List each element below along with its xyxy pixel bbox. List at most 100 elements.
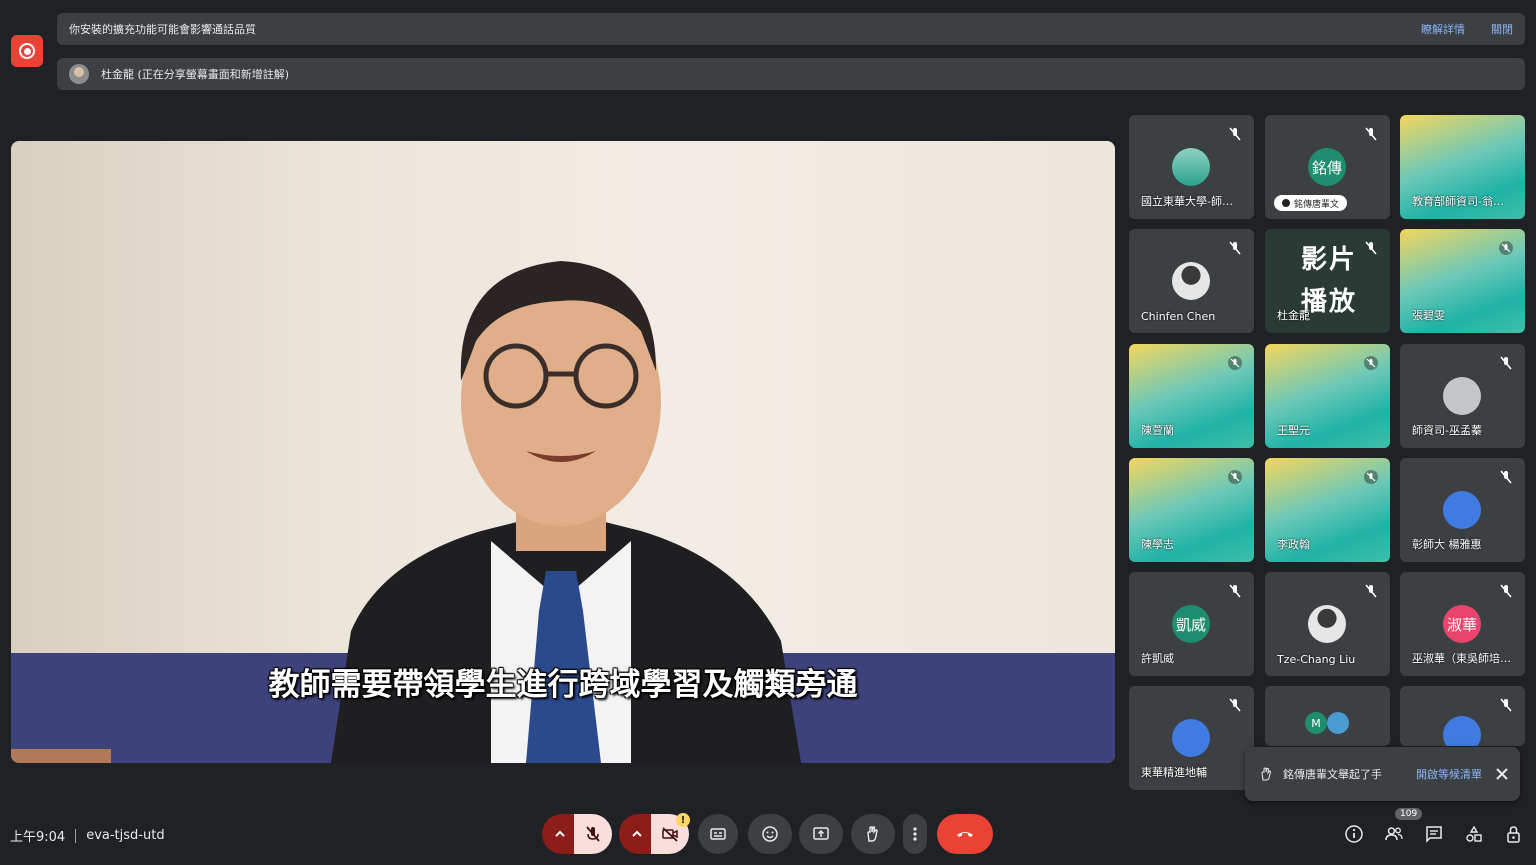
participant-name: Chinfen Chen <box>1141 310 1216 323</box>
mic-off-icon <box>1229 584 1241 598</box>
avatar <box>1172 262 1210 300</box>
participant-name: 杜金龍 <box>1277 309 1310 322</box>
present-screen-icon <box>813 827 829 840</box>
live-caption: 教師需要帶領學生進行跨域學習及觸類旁通 <box>268 667 858 703</box>
mic-off-icon <box>1364 470 1378 484</box>
screen-share-text: 影片播放 <box>1301 245 1358 317</box>
participant-tile[interactable]: 教育部師資司-翁… <box>1400 115 1525 219</box>
participant-tile[interactable]: 東華精進地輔 <box>1129 686 1254 790</box>
extension-warning-banner: 你安裝的擴充功能可能會影響通話品質 瞭解詳情 關閉 <box>57 13 1525 45</box>
participant-tile[interactable]: M <box>1265 686 1390 746</box>
avatar: 凱威 <box>1172 605 1210 643</box>
participant-tile[interactable]: 凱威 許凱威 <box>1129 572 1254 676</box>
mic-off-icon <box>1365 241 1377 255</box>
activities-button[interactable] <box>1464 824 1484 844</box>
chat-icon <box>1426 826 1442 843</box>
avatar <box>1172 148 1210 186</box>
hand-icon <box>1282 199 1290 207</box>
participant-tile[interactable]: 李政翰 <box>1265 458 1390 562</box>
present-button[interactable] <box>799 814 843 854</box>
meeting-details-button[interactable] <box>1344 824 1364 844</box>
participant-tile[interactable]: 陳萱蘭 <box>1129 344 1254 448</box>
avatar: 銘傳 <box>1308 148 1346 186</box>
mic-off-icon <box>1499 241 1513 255</box>
participant-name: 巫淑華（東吳師培… <box>1412 652 1511 665</box>
participant-tile[interactable]: 彰師大 楊雅惠 <box>1400 458 1525 562</box>
lock-person-icon <box>1507 826 1520 843</box>
participant-name: 國立東華大學-師… <box>1141 195 1233 208</box>
participant-name: 教育部師資司-翁… <box>1412 195 1504 208</box>
more-vert-icon <box>913 827 917 841</box>
participant-tile[interactable]: 張碧雯 <box>1400 229 1525 333</box>
participant-name: 銘傳唐輩文 <box>1294 199 1340 210</box>
info-icon <box>1345 825 1363 843</box>
leave-call-button[interactable] <box>937 814 993 854</box>
hand-icon <box>1261 767 1272 781</box>
participant-tile[interactable]: 陳學志 <box>1129 458 1254 562</box>
mic-off-icon <box>1365 584 1377 598</box>
mic-off-icon <box>1229 698 1241 712</box>
mic-off-icon <box>586 826 600 842</box>
people-button[interactable] <box>1384 824 1404 844</box>
reactions-button[interactable] <box>748 814 792 854</box>
participant-tile[interactable]: 國立東華大學-師… <box>1129 115 1254 219</box>
close-banner-button[interactable]: 關閉 <box>1491 21 1513 37</box>
participant-name: 師資司-巫孟蓁 <box>1412 424 1482 437</box>
participant-name: Tze-Chang Liu <box>1277 653 1356 666</box>
participant-tile[interactable] <box>1400 686 1525 746</box>
participant-tile[interactable]: Tze-Chang Liu <box>1265 572 1390 676</box>
participant-tile[interactable]: 師資司-巫孟蓁 <box>1400 344 1525 448</box>
avatar <box>1172 719 1210 757</box>
mic-off-icon <box>1228 356 1242 370</box>
learn-more-link[interactable]: 瞭解詳情 <box>1421 21 1465 37</box>
participant-tile[interactable]: 影片播放 杜金龍 <box>1265 229 1390 333</box>
avatar <box>1308 605 1346 643</box>
mic-off-icon <box>1500 356 1512 370</box>
mic-off-icon <box>1229 127 1241 141</box>
presenter-avatar <box>69 64 89 84</box>
participant-name: 陳學志 <box>1141 538 1174 551</box>
end-call-icon <box>957 832 973 837</box>
participant-name: 彰師大 楊雅惠 <box>1412 538 1482 551</box>
captions-button[interactable] <box>698 814 738 854</box>
participant-name: 許凱威 <box>1141 652 1174 665</box>
host-controls-button[interactable] <box>1504 824 1524 844</box>
mic-off-icon <box>1500 470 1512 484</box>
participant-name: 東華精進地輔 <box>1141 766 1207 779</box>
participant-tile[interactable]: 銘傳 銘傳唐輩文 <box>1265 115 1390 219</box>
record-icon <box>19 43 35 59</box>
audio-options-button[interactable] <box>542 814 578 854</box>
mic-off-icon <box>1229 241 1241 255</box>
participant-name: 李政翰 <box>1277 538 1310 551</box>
participant-tile[interactable]: 王聖元 <box>1265 344 1390 448</box>
toast-message: 銘傳唐輩文舉起了手 <box>1283 768 1382 781</box>
participant-name: 王聖元 <box>1277 424 1310 437</box>
recording-button[interactable] <box>11 35 43 67</box>
close-icon[interactable] <box>1496 768 1508 780</box>
main-video[interactable]: 教師需要帶領學生進行跨域學習及觸類旁通 <box>11 141 1115 763</box>
raise-hand-button[interactable] <box>851 814 895 854</box>
emoji-icon <box>762 826 778 842</box>
more-options-button[interactable] <box>903 814 927 854</box>
control-bar <box>0 814 1536 854</box>
participant-name: 張碧雯 <box>1412 309 1445 322</box>
avatar <box>1443 377 1481 415</box>
mic-off-icon <box>1228 470 1242 484</box>
microphone-button[interactable] <box>574 814 612 854</box>
participant-name: 陳萱蘭 <box>1141 424 1174 437</box>
participant-tile[interactable]: Chinfen Chen <box>1129 229 1254 333</box>
warning-badge: ! <box>676 813 690 827</box>
chat-button[interactable] <box>1424 824 1444 844</box>
video-options-button[interactable] <box>619 814 655 854</box>
camera-off-icon <box>662 827 678 842</box>
hand-raised-badge: 銘傳唐輩文 <box>1274 195 1348 211</box>
people-icon <box>1385 827 1403 841</box>
participant-tile[interactable]: 淑華 巫淑華（東吳師培… <box>1400 572 1525 676</box>
avatar: M <box>1305 712 1327 734</box>
chevron-up-icon <box>632 830 642 837</box>
mic-off-icon <box>1365 127 1377 141</box>
mic-off-icon <box>1500 698 1512 712</box>
open-queue-link[interactable]: 開啟等候清單 <box>1416 766 1482 782</box>
participant-count-badge: 109 <box>1395 808 1423 820</box>
presenting-text: 杜金龍 (正在分享螢幕畫面和新增註解) <box>101 68 290 81</box>
